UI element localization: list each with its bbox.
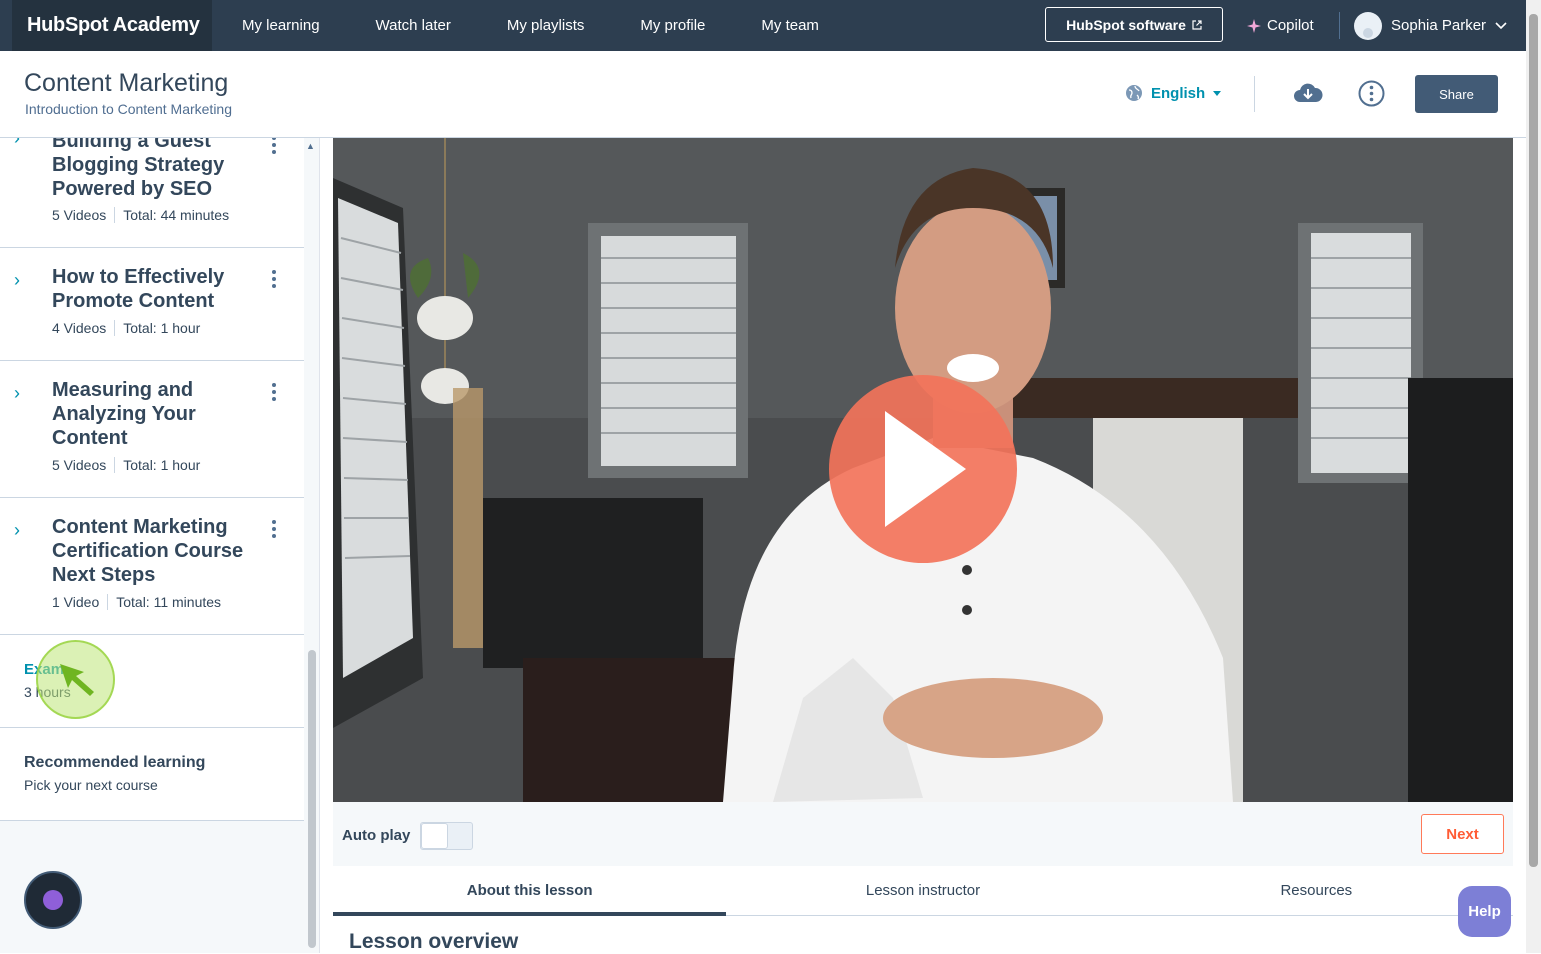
autoplay-toggle[interactable]: [420, 822, 473, 850]
video-player[interactable]: [333, 138, 1513, 802]
user-name: Sophia Parker: [1391, 17, 1487, 34]
copilot-label: Copilot: [1267, 17, 1314, 34]
recommended-learning-item[interactable]: Recommended learning Pick your next cour…: [0, 728, 304, 821]
cloud-download-icon[interactable]: [1293, 82, 1323, 104]
nav-links: My learning Watch later My playlists My …: [242, 0, 875, 51]
user-menu[interactable]: Sophia Parker: [1354, 0, 1507, 51]
chevron-right-icon[interactable]: ›: [14, 383, 20, 404]
page-subtitle: Introduction to Content Marketing: [25, 101, 233, 117]
player-controls: Auto play Next: [333, 802, 1513, 866]
module-item[interactable]: › Content Marketing Certification Course…: [0, 498, 304, 635]
module-meta: 5 Videos Total: 1 hour: [52, 457, 200, 473]
chevron-down-icon: [1495, 21, 1507, 29]
module-video-count: 1 Video: [52, 594, 100, 610]
lesson-overview-heading: Lesson overview: [349, 930, 519, 953]
course-header: Content Marketing Introduction to Conten…: [0, 51, 1526, 138]
tab-lesson-instructor[interactable]: Lesson instructor: [726, 866, 1119, 915]
cursor-highlight: [36, 640, 115, 719]
nav-my-profile[interactable]: My profile: [640, 17, 705, 34]
caret-down-icon: [1213, 90, 1222, 96]
globe-icon: [1126, 85, 1142, 101]
hubspot-academy-logo[interactable]: HubSpot Academy: [12, 0, 212, 51]
module-title: Building a Guest Blogging Strategy Power…: [52, 138, 225, 200]
avatar: [1354, 11, 1382, 40]
external-link-icon: [1192, 19, 1202, 30]
module-total: Total: 11 minutes: [116, 594, 222, 610]
nav-my-playlists[interactable]: My playlists: [507, 17, 585, 34]
module-total: Total: 1 hour: [123, 320, 201, 336]
info-icon[interactable]: [1358, 80, 1385, 107]
cursor-arrow-icon: [60, 664, 94, 696]
chevron-right-icon[interactable]: ›: [14, 270, 20, 291]
module-title: Measuring and Analyzing Your Content: [52, 379, 196, 449]
language-selector[interactable]: English: [1125, 84, 1222, 102]
next-button[interactable]: Next: [1421, 814, 1504, 854]
copilot-button[interactable]: Copilot: [1247, 0, 1314, 51]
header-divider: [1254, 76, 1255, 112]
scroll-up-arrow-icon[interactable]: ▲: [306, 141, 315, 151]
module-video-count: 5 Videos: [52, 207, 107, 223]
module-video-count: 4 Videos: [52, 320, 107, 336]
lesson-tabs: About this lesson Lesson instructor Reso…: [333, 866, 1513, 916]
sparkle-icon: [1247, 18, 1261, 33]
more-options-icon[interactable]: [268, 138, 280, 154]
module-total: Total: 44 minutes: [123, 207, 230, 223]
share-button[interactable]: Share: [1415, 75, 1498, 113]
module-title: How to Effectively Promote Content: [52, 266, 225, 312]
language-label: English: [1151, 84, 1206, 102]
module-meta: 5 Videos Total: 44 minutes: [52, 207, 229, 223]
recommended-sub: Pick your next course: [24, 777, 158, 793]
nav-my-learning[interactable]: My learning: [242, 17, 320, 34]
recommended-label: Recommended learning: [24, 754, 206, 771]
top-nav: HubSpot Academy My learning Watch later …: [0, 0, 1526, 51]
module-list: › Building a Guest Blogging Strategy Pow…: [0, 138, 304, 821]
video-thumbnail: [333, 138, 1513, 802]
module-title: Content Marketing Certification Course N…: [52, 516, 244, 586]
more-options-icon[interactable]: [268, 270, 280, 288]
more-options-icon[interactable]: [268, 383, 280, 401]
hubspot-software-button[interactable]: HubSpot software: [1045, 7, 1223, 42]
nav-watch-later[interactable]: Watch later: [376, 17, 451, 34]
nav-divider: [1339, 12, 1340, 39]
chat-launcher-button[interactable]: [24, 871, 82, 929]
module-video-count: 5 Videos: [52, 457, 107, 473]
exam-item[interactable]: Exam 3 hours: [0, 635, 304, 728]
help-button[interactable]: Help: [1458, 886, 1511, 937]
course-sidebar: › Building a Guest Blogging Strategy Pow…: [0, 138, 320, 953]
sidebar-scroll-thumb[interactable]: [308, 650, 316, 948]
chevron-right-icon[interactable]: ›: [14, 138, 20, 149]
software-button-label: HubSpot software: [1066, 16, 1186, 33]
chevron-right-icon[interactable]: ›: [14, 520, 20, 541]
more-options-icon[interactable]: [268, 520, 280, 538]
autoplay-label: Auto play: [342, 827, 411, 844]
nav-my-team[interactable]: My team: [761, 17, 819, 34]
page-scroll-thumb[interactable]: [1529, 14, 1538, 867]
module-item[interactable]: › Measuring and Analyzing Your Content 5…: [0, 361, 304, 498]
tab-about-this-lesson[interactable]: About this lesson: [333, 866, 727, 916]
module-total: Total: 1 hour: [123, 457, 201, 473]
module-item[interactable]: › How to Effectively Promote Content 4 V…: [0, 248, 304, 361]
module-meta: 1 Video Total: 11 minutes: [52, 594, 221, 610]
tab-resources[interactable]: Resources: [1120, 866, 1513, 915]
module-item[interactable]: › Building a Guest Blogging Strategy Pow…: [0, 138, 304, 248]
module-meta: 4 Videos Total: 1 hour: [52, 320, 200, 336]
page-title: Content Marketing: [24, 69, 229, 97]
